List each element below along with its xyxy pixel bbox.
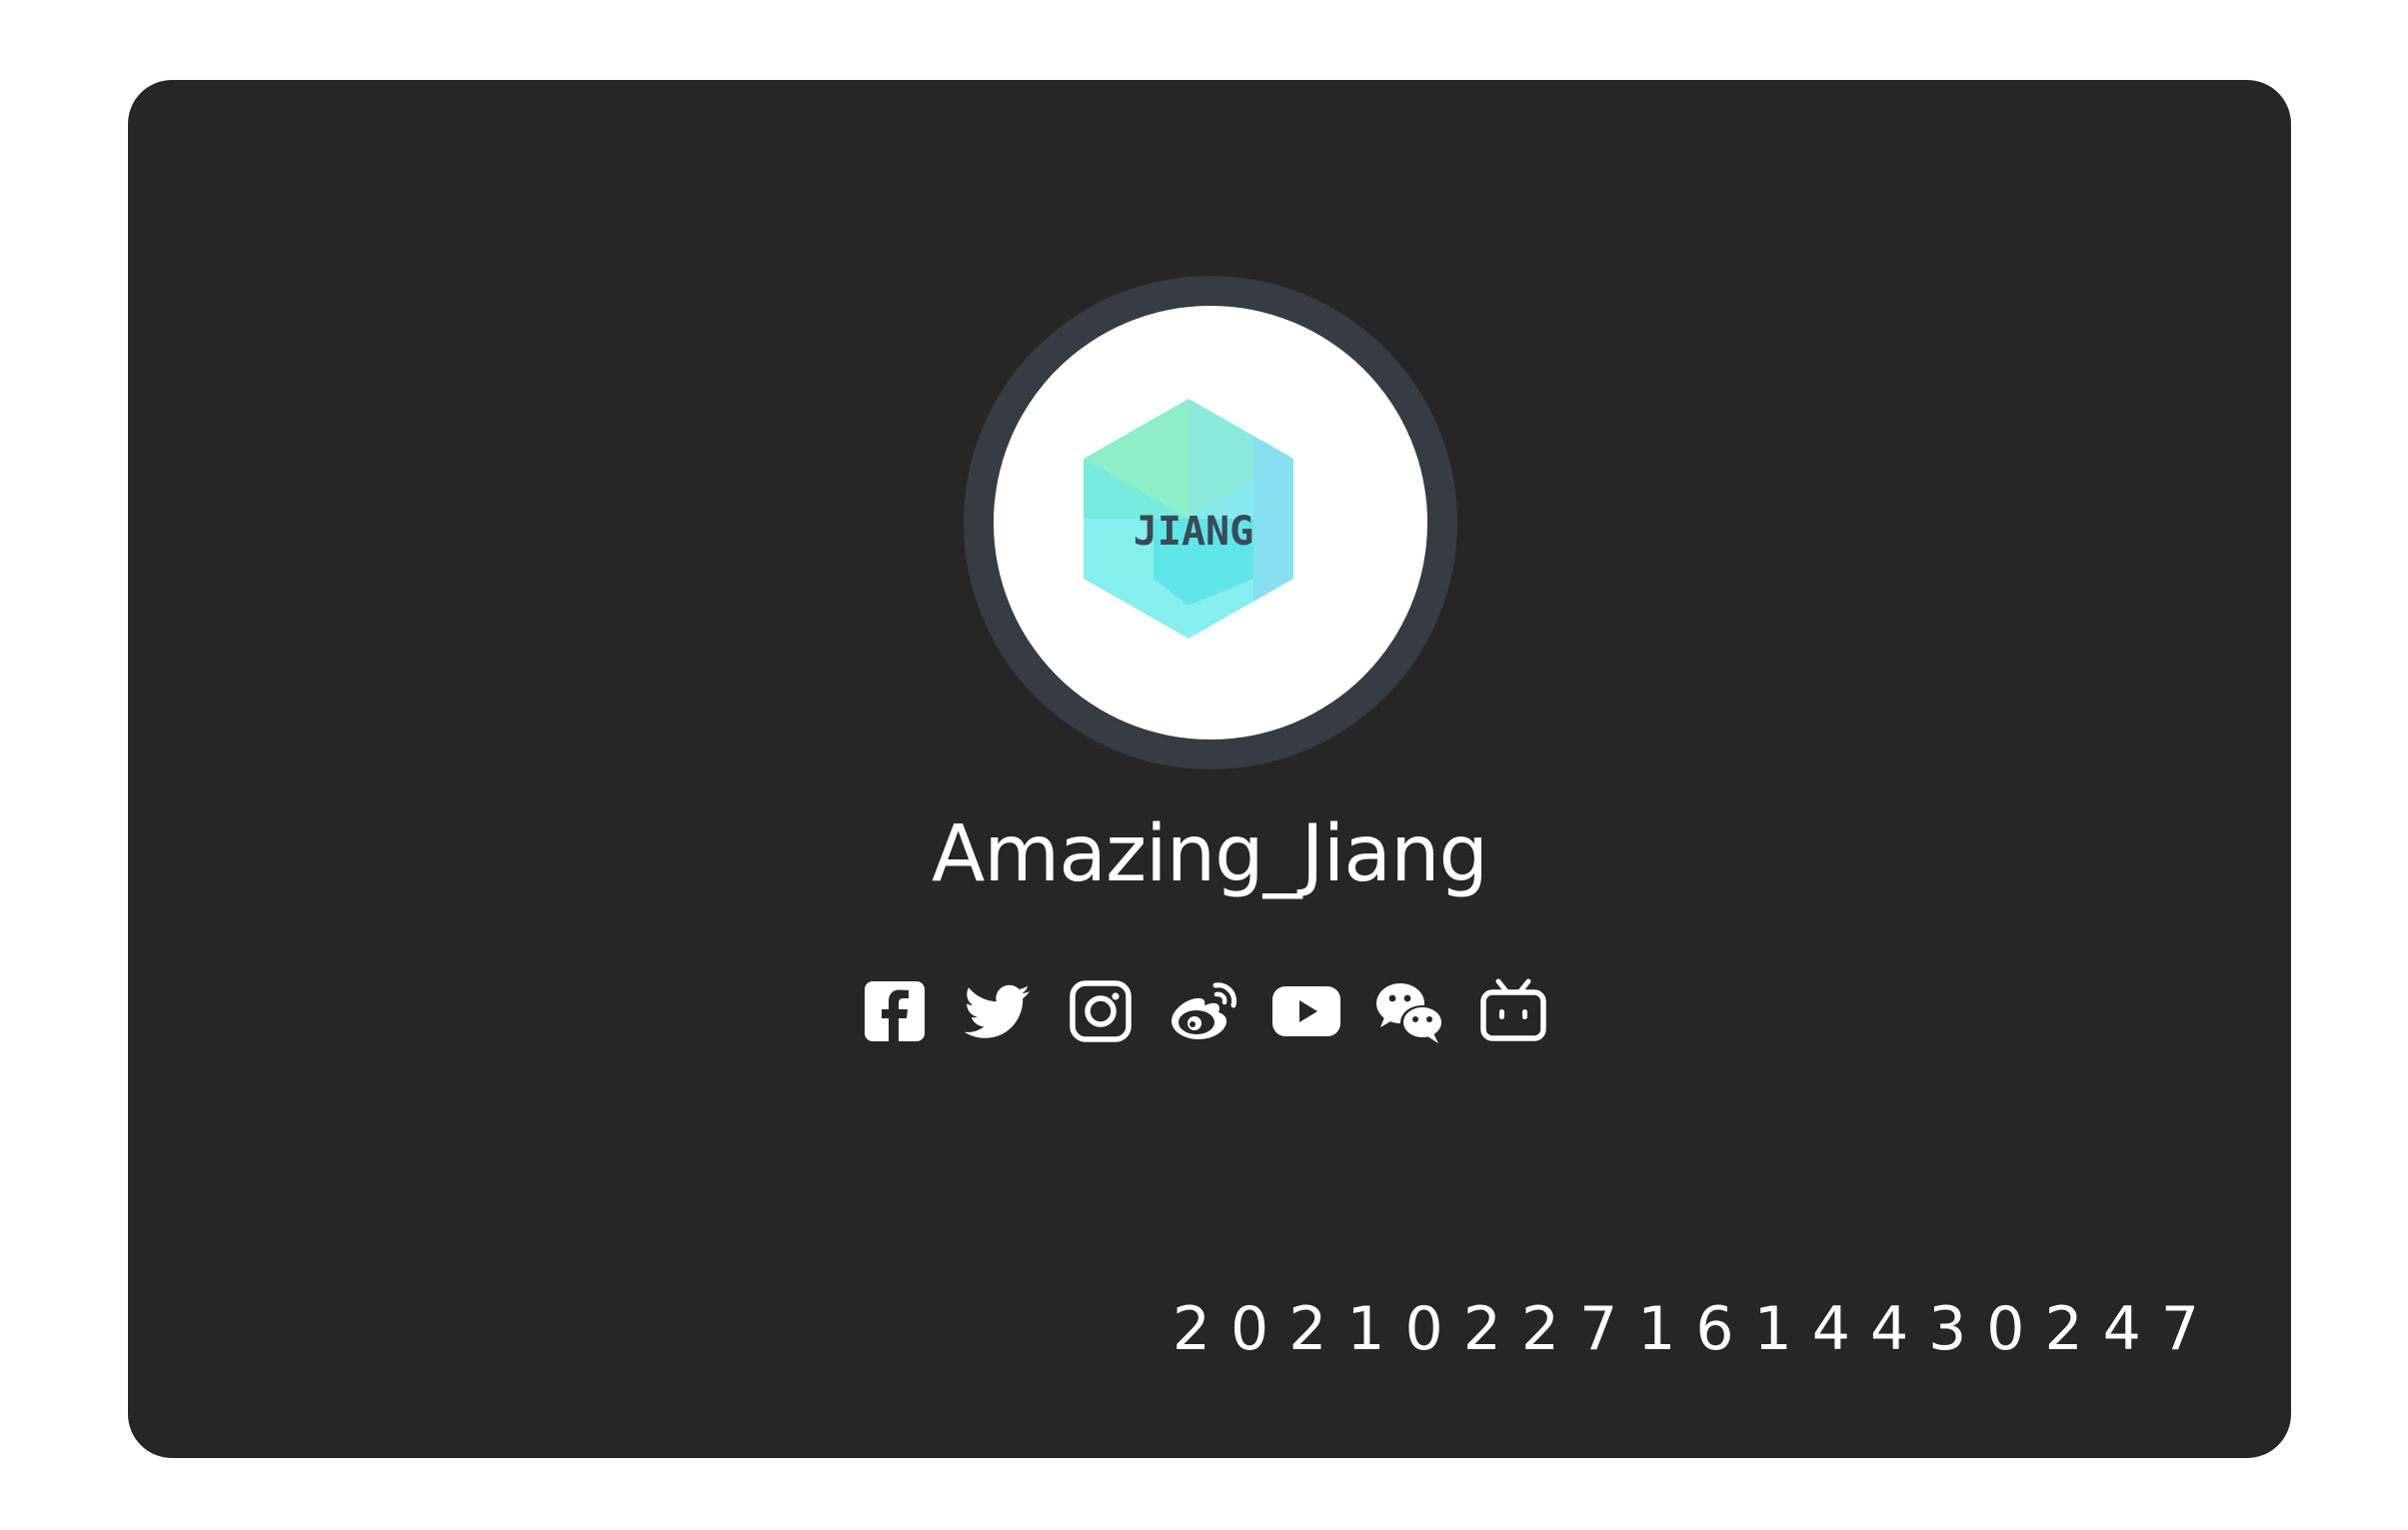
wechat-icon (1376, 983, 1444, 1043)
logo-text: JIANG (1134, 509, 1253, 555)
weibo-link[interactable] (1164, 971, 1243, 1051)
weibo-icon (1172, 982, 1237, 1039)
social-links (128, 971, 2291, 1051)
username: Amazing_Jiang (931, 809, 1488, 899)
wechat-link[interactable] (1370, 971, 1450, 1051)
avatar-ring: JIANG (964, 276, 1457, 769)
facebook-link[interactable] (855, 971, 935, 1051)
instagram-link[interactable] (1061, 971, 1141, 1051)
instagram-icon (1070, 980, 1132, 1042)
youtube-link[interactable] (1266, 971, 1346, 1051)
bilibili-icon (1480, 978, 1546, 1041)
jiang-logo: JIANG (1084, 399, 1293, 639)
twitter-link[interactable] (958, 971, 1038, 1051)
bilibili-link[interactable] (1473, 971, 1553, 1051)
youtube-icon (1272, 986, 1340, 1036)
facebook-icon (865, 981, 925, 1041)
twitter-icon (964, 984, 1030, 1038)
serial-number: 202102271614430247 (1172, 1294, 2219, 1364)
profile-card: JIANG Amazing_Jiang 202102271614430247 (128, 80, 2291, 1458)
avatar[interactable]: JIANG (994, 306, 1427, 740)
